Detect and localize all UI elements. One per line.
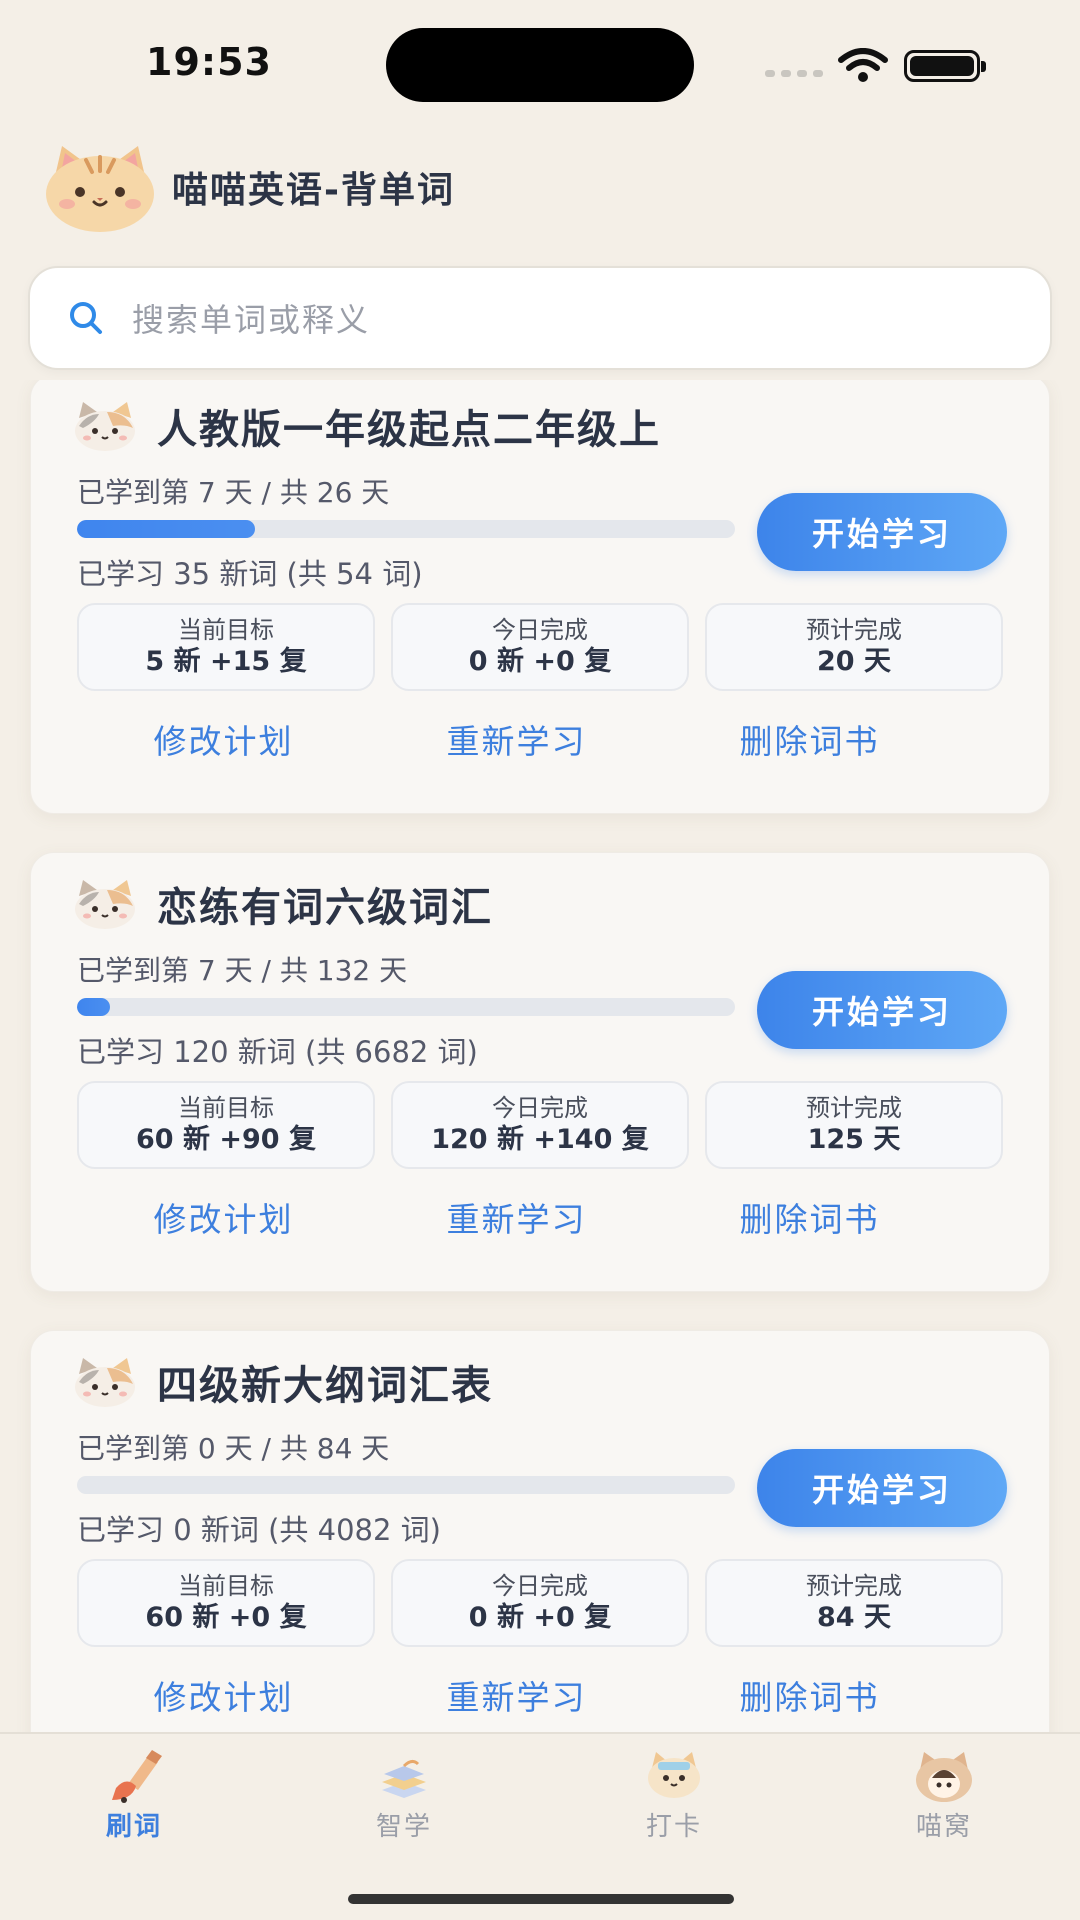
wordbook-title: 四级新大纲词汇表	[157, 1363, 493, 1409]
stat-label: 当前目标	[178, 616, 274, 644]
tab-shuaci[interactable]: 刷词	[64, 1748, 204, 1843]
progress-bar-fill	[77, 998, 110, 1016]
start-learning-button[interactable]: 开始学习	[757, 493, 1007, 571]
card-actions: 修改计划 重新学习 删除词书	[77, 1671, 1005, 1719]
words-learned-text: 已学习 0 新词 (共 4082 词)	[77, 1513, 441, 1547]
home-indicator	[348, 1894, 734, 1904]
stat-label: 预计完成	[806, 1094, 902, 1122]
cat-home-icon	[916, 1752, 972, 1802]
delete-wordbook-button[interactable]: 删除词书	[663, 1193, 956, 1241]
stat-current-goal: 当前目标 5 新 +15 复	[77, 603, 375, 691]
start-learning-button[interactable]: 开始学习	[757, 1449, 1007, 1527]
stat-value: 125 天	[807, 1124, 901, 1155]
stat-label: 预计完成	[806, 616, 902, 644]
app-header: 喵喵英语-背单词	[42, 142, 455, 232]
status-bar: 19:53	[0, 0, 1080, 130]
stat-label: 今日完成	[492, 616, 588, 644]
card-header: 恋练有词六级词汇	[73, 875, 493, 933]
cat-face-icon	[75, 880, 135, 929]
cellular-signal-icon	[765, 70, 823, 77]
stat-estimated-finish: 预计完成 20 天	[705, 603, 1003, 691]
restart-learning-button[interactable]: 重新学习	[370, 1671, 663, 1719]
books-icon	[382, 1759, 426, 1798]
stat-current-goal: 当前目标 60 新 +90 复	[77, 1081, 375, 1169]
stat-value: 0 新 +0 复	[468, 1602, 612, 1633]
wordbook-card: 四级新大纲词汇表 已学到第 0 天 / 共 84 天 已学习 0 新词 (共 4…	[30, 1330, 1050, 1732]
tab-label: 智学	[375, 1812, 432, 1842]
stat-value: 5 新 +15 复	[145, 646, 307, 677]
stat-value: 60 新 +0 复	[145, 1602, 307, 1633]
stat-value: 120 新 +140 复	[431, 1124, 649, 1155]
wordbook-card: 人教版一年级起点二年级上 已学到第 7 天 / 共 26 天 已学习 35 新词…	[30, 380, 1050, 814]
progress-days-text: 已学到第 7 天 / 共 26 天	[77, 476, 390, 509]
tab-label: 喵窝	[915, 1812, 972, 1842]
restart-learning-button[interactable]: 重新学习	[370, 1193, 663, 1241]
bottom-tab-bar: 刷词 智学 打卡 喵窝	[0, 1732, 1080, 1920]
stat-current-goal: 当前目标 60 新 +0 复	[77, 1559, 375, 1647]
card-actions: 修改计划 重新学习 删除词书	[77, 1193, 1005, 1241]
tab-label: 打卡	[645, 1812, 702, 1842]
tab-daka[interactable]: 打卡	[604, 1748, 744, 1843]
stat-label: 预计完成	[806, 1572, 902, 1600]
tab-miaowo[interactable]: 喵窝	[874, 1748, 1014, 1843]
stat-value: 0 新 +0 复	[468, 646, 612, 677]
stat-value: 60 新 +90 复	[136, 1124, 316, 1155]
progress-bar-fill	[77, 520, 255, 538]
cat-face-icon	[75, 402, 135, 451]
start-learning-button[interactable]: 开始学习	[757, 971, 1007, 1049]
stat-estimated-finish: 预计完成 125 天	[705, 1081, 1003, 1169]
app-title: 喵喵英语-背单词	[172, 170, 455, 211]
stat-estimated-finish: 预计完成 84 天	[705, 1559, 1003, 1647]
delete-wordbook-button[interactable]: 删除词书	[663, 715, 956, 763]
progress-bar	[77, 998, 735, 1016]
stats-row: 当前目标 60 新 +90 复 今日完成 120 新 +140 复 预计完成 1…	[77, 1081, 1003, 1169]
edit-plan-button[interactable]: 修改计划	[77, 1193, 370, 1241]
wordbook-list[interactable]: 人教版一年级起点二年级上 已学到第 7 天 / 共 26 天 已学习 35 新词…	[0, 380, 1080, 1732]
tab-label: 刷词	[105, 1812, 162, 1842]
stat-today-done: 今日完成 120 新 +140 复	[391, 1081, 689, 1169]
wordbook-card: 恋练有词六级词汇 已学到第 7 天 / 共 132 天 已学习 120 新词 (…	[30, 852, 1050, 1292]
stat-label: 今日完成	[492, 1094, 588, 1122]
restart-learning-button[interactable]: 重新学习	[370, 715, 663, 763]
words-learned-text: 已学习 35 新词 (共 54 词)	[77, 557, 423, 591]
brush-icon	[112, 1750, 162, 1803]
stat-label: 当前目标	[178, 1572, 274, 1600]
progress-days-text: 已学到第 7 天 / 共 132 天	[77, 954, 408, 987]
delete-wordbook-button[interactable]: 删除词书	[663, 1671, 956, 1719]
status-time: 19:53	[146, 40, 272, 84]
progress-bar	[77, 520, 735, 538]
dynamic-island	[386, 28, 694, 102]
edit-plan-button[interactable]: 修改计划	[77, 715, 370, 763]
stat-value: 20 天	[817, 646, 891, 677]
app-screen: 19:53 喵喵英语-背单词 搜索单词或释义 人教版一年级起点二年级上 已学到第…	[0, 0, 1080, 1920]
stats-row: 当前目标 60 新 +0 复 今日完成 0 新 +0 复 预计完成 84 天	[77, 1559, 1003, 1647]
card-header: 人教版一年级起点二年级上	[73, 397, 661, 455]
cat-face-icon	[75, 1358, 135, 1407]
stats-row: 当前目标 5 新 +15 复 今日完成 0 新 +0 复 预计完成 20 天	[77, 603, 1003, 691]
battery-icon	[904, 50, 986, 82]
search-icon	[70, 302, 102, 334]
cat-checkin-icon	[648, 1752, 700, 1798]
stat-today-done: 今日完成 0 新 +0 复	[391, 1559, 689, 1647]
stat-today-done: 今日完成 0 新 +0 复	[391, 603, 689, 691]
tab-zhixue[interactable]: 智学	[334, 1748, 474, 1843]
wordbook-title: 恋练有词六级词汇	[157, 885, 493, 931]
card-actions: 修改计划 重新学习 删除词书	[77, 715, 1005, 763]
progress-days-text: 已学到第 0 天 / 共 84 天	[77, 1432, 390, 1465]
stat-value: 84 天	[817, 1602, 891, 1633]
stat-label: 今日完成	[492, 1572, 588, 1600]
edit-plan-button[interactable]: 修改计划	[77, 1671, 370, 1719]
card-header: 四级新大纲词汇表	[73, 1353, 493, 1411]
search-placeholder: 搜索单词或释义	[132, 301, 371, 339]
wifi-icon	[838, 48, 888, 82]
progress-bar	[77, 1476, 735, 1494]
search-input[interactable]: 搜索单词或释义	[28, 266, 1052, 370]
stat-label: 当前目标	[178, 1094, 274, 1122]
cat-logo-icon	[46, 146, 154, 232]
wordbook-title: 人教版一年级起点二年级上	[157, 407, 661, 453]
words-learned-text: 已学习 120 新词 (共 6682 词)	[77, 1035, 478, 1069]
